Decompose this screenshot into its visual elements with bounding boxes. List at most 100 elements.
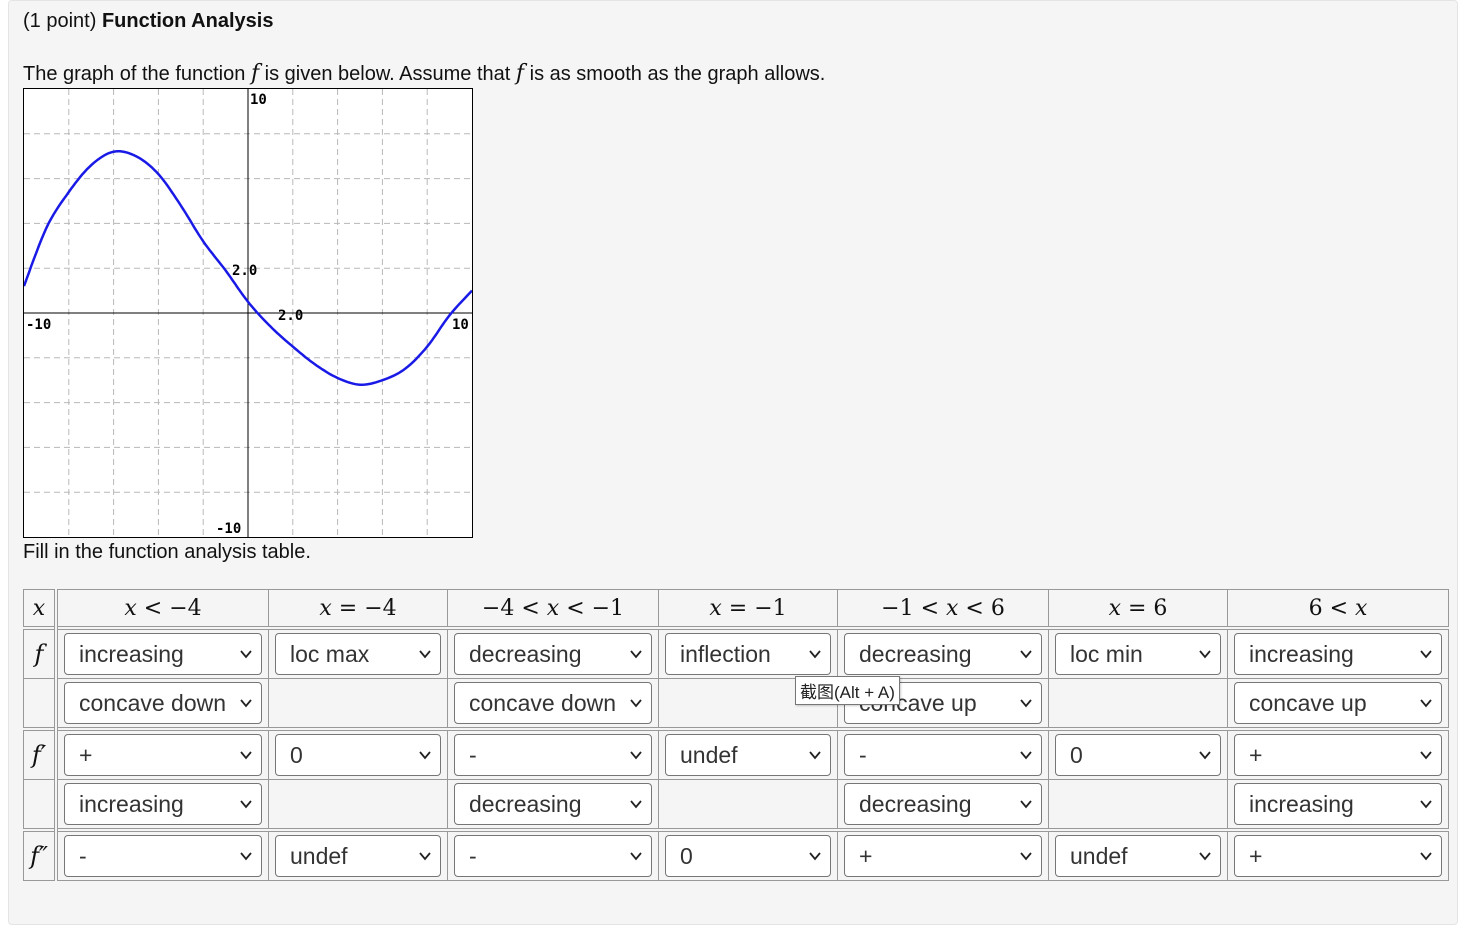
dropdown-value: undef [290, 843, 348, 869]
header-point: x = −1 [658, 589, 838, 629]
answer-dropdown[interactable]: decreasing [844, 633, 1042, 675]
x-tick-label: 2.0 [278, 308, 303, 324]
table-cell: + [1227, 727, 1449, 780]
dropdown-value: - [79, 843, 87, 869]
row-label-f-double-prime: f″ [23, 828, 58, 881]
table-cell: increasing [1227, 779, 1449, 831]
answer-dropdown[interactable]: 0 [275, 734, 441, 776]
table-cell: loc min [1048, 626, 1228, 679]
answer-dropdown[interactable]: + [1234, 734, 1442, 776]
answer-dropdown[interactable]: loc min [1055, 633, 1221, 675]
table-cell: concave up [1227, 678, 1449, 730]
dropdown-value: + [1249, 742, 1263, 768]
function-symbol: f [250, 61, 260, 86]
y-min-label: -10 [216, 521, 241, 537]
table-row-f-2: concave down concave down concave up concav… [23, 678, 1449, 730]
intro-text: The graph of the function f is given bel… [23, 61, 825, 86]
answer-dropdown[interactable]: loc max [275, 633, 441, 675]
chevron-down-icon [630, 699, 642, 708]
answer-dropdown[interactable]: increasing [64, 783, 262, 825]
chevron-down-icon [809, 852, 821, 861]
answer-dropdown[interactable]: - [454, 734, 652, 776]
table-cell: concave down [55, 678, 269, 730]
answer-dropdown[interactable]: 0 [665, 835, 831, 877]
intro-part2: is given below. Assume that [259, 63, 516, 85]
dropdown-value: + [1249, 843, 1263, 869]
answer-dropdown[interactable]: + [1234, 835, 1442, 877]
answer-dropdown[interactable]: decreasing [844, 783, 1042, 825]
intro-part3: is as smooth as the graph allows. [524, 63, 826, 85]
intro-part1: The graph of the function [23, 63, 251, 85]
chevron-down-icon [1199, 650, 1211, 659]
answer-dropdown[interactable]: - [64, 835, 262, 877]
answer-dropdown[interactable]: undef [665, 734, 831, 776]
function-graph: 10 -10 -10 10 2.0 2.0 [22, 88, 473, 538]
chevron-down-icon [1420, 800, 1432, 809]
chevron-down-icon [809, 650, 821, 659]
chevron-down-icon [1420, 751, 1432, 760]
table-cell: undef [268, 828, 448, 881]
answer-dropdown[interactable]: increasing [1234, 633, 1442, 675]
answer-dropdown[interactable]: decreasing [454, 633, 652, 675]
header-interval: x < −4 [55, 589, 269, 629]
table-cell [1048, 779, 1228, 831]
answer-dropdown[interactable]: undef [1055, 835, 1221, 877]
chevron-down-icon [1199, 751, 1211, 760]
header-interval: −4 < x < −1 [447, 589, 659, 629]
answer-dropdown[interactable]: + [64, 734, 262, 776]
dropdown-value: 0 [1070, 742, 1083, 768]
row-label-empty [23, 678, 58, 730]
problem-title: Function Analysis [101, 10, 274, 32]
chevron-down-icon [1020, 852, 1032, 861]
table-cell [658, 779, 838, 831]
answer-dropdown[interactable]: decreasing [454, 783, 652, 825]
table-cell: 0 [658, 828, 838, 881]
dropdown-value: decreasing [469, 791, 582, 817]
y-tick-label: 2.0 [232, 263, 257, 279]
answer-dropdown[interactable]: + [844, 835, 1042, 877]
chevron-down-icon [240, 800, 252, 809]
chevron-down-icon [240, 650, 252, 659]
chevron-down-icon [1020, 800, 1032, 809]
dropdown-value: increasing [1249, 791, 1354, 817]
dropdown-value: decreasing [859, 641, 972, 667]
table-cell [268, 779, 448, 831]
dropdown-value: inflection [680, 641, 771, 667]
answer-dropdown[interactable]: inflection [665, 633, 831, 675]
answer-dropdown[interactable]: 0 [1055, 734, 1221, 776]
y-max-label: 10 [250, 92, 267, 108]
problem-header: (1 point) Function Analysis [23, 10, 273, 33]
answer-dropdown[interactable]: - [454, 835, 652, 877]
chevron-down-icon [630, 800, 642, 809]
dropdown-value: concave down [469, 690, 617, 716]
chevron-down-icon [240, 852, 252, 861]
dropdown-value: loc min [1070, 641, 1143, 667]
header-point: x = −4 [268, 589, 448, 629]
table-cell [268, 678, 448, 730]
dropdown-value: + [859, 843, 873, 869]
answer-dropdown[interactable]: undef [275, 835, 441, 877]
dropdown-value: decreasing [469, 641, 582, 667]
dropdown-value: concave down [79, 690, 227, 716]
answer-dropdown[interactable]: concave up [1234, 682, 1442, 724]
chevron-down-icon [1420, 699, 1432, 708]
table-cell: - [837, 727, 1049, 780]
table-cell: decreasing [447, 626, 659, 679]
dropdown-value: - [469, 742, 477, 768]
answer-dropdown[interactable]: - [844, 734, 1042, 776]
answer-dropdown[interactable]: increasing [64, 633, 262, 675]
chevron-down-icon [1420, 650, 1432, 659]
chevron-down-icon [1020, 650, 1032, 659]
chevron-down-icon [419, 852, 431, 861]
table-cell: decreasing [447, 779, 659, 831]
function-analysis-table: x x < −4 x = −4 −4 < x < −1 x = −1 −1 < … [23, 589, 1449, 881]
answer-dropdown[interactable]: concave down [454, 682, 652, 724]
header-interval: 6 < x [1227, 589, 1449, 629]
table-cell: + [1227, 828, 1449, 881]
table-row-fp-1: f′ +0 - undef - 0 + [23, 727, 1449, 780]
answer-dropdown[interactable]: increasing [1234, 783, 1442, 825]
x-max-label: 10 [452, 317, 469, 333]
row-label-empty [23, 779, 58, 831]
answer-dropdown[interactable]: concave down [64, 682, 262, 724]
function-symbol: f [515, 61, 525, 86]
